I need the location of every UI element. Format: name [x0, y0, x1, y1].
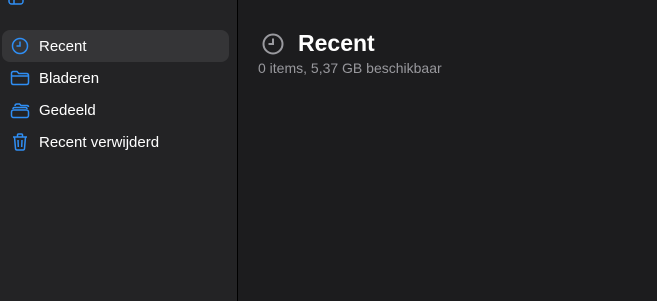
files-app-window: Recent Bladeren Gedeeld Recent verwijder…: [0, 0, 657, 301]
sidebar-item-label: Recent: [39, 37, 87, 55]
page-title: Recent: [298, 30, 375, 56]
view-options-icon[interactable]: [258, 0, 292, 6]
sidebar-toggle-icon[interactable]: [8, 0, 24, 5]
sidebar-list: Recent Bladeren Gedeeld Recent verwijder…: [0, 30, 238, 158]
sidebar-item-label: Recent verwijderd: [39, 133, 160, 151]
sidebar-item-browse[interactable]: Bladeren: [2, 62, 229, 94]
trash-icon: [10, 132, 30, 152]
folder-icon: [10, 68, 30, 88]
sidebar-item-shared[interactable]: Gedeeld: [2, 94, 229, 126]
sidebar-item-recently-deleted[interactable]: Recent verwijderd: [2, 126, 229, 158]
shared-folder-icon: [10, 100, 30, 120]
sidebar-item-recent[interactable]: Recent: [2, 30, 229, 62]
sidebar-item-label: Gedeeld: [39, 101, 96, 119]
sidebar-item-label: Bladeren: [39, 69, 100, 87]
page-header: Recent: [262, 30, 375, 57]
sidebar: Recent Bladeren Gedeeld Recent verwijder…: [0, 0, 238, 301]
main-content: Recent 0 items, 5,37 GB beschikbaar: [238, 0, 657, 301]
clock-icon: [262, 33, 284, 55]
clock-icon: [10, 36, 30, 56]
storage-status: 0 items, 5,37 GB beschikbaar: [258, 60, 442, 76]
